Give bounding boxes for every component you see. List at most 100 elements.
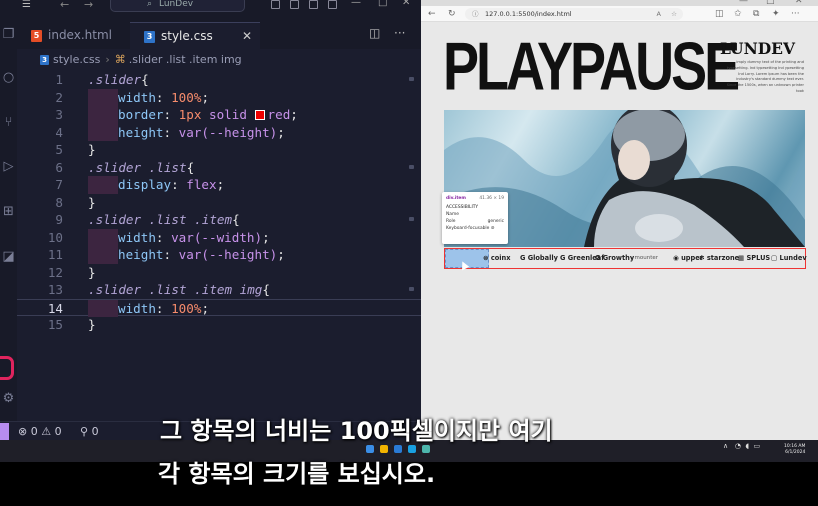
code-editor[interactable]: 1 .slider{2 width: 100%; 3 border: 1px solid… bbox=[17, 71, 421, 421]
code-line[interactable]: 5} bbox=[17, 141, 421, 159]
line-number: 1 bbox=[55, 72, 63, 87]
code-punctuation: : bbox=[163, 124, 179, 140]
edge-taskbar-icon[interactable] bbox=[408, 445, 416, 453]
code-line[interactable]: 12} bbox=[17, 264, 421, 282]
maximize-icon[interactable]: □ bbox=[378, 0, 387, 8]
css-property: display bbox=[118, 177, 172, 192]
fold-marker-icon[interactable] bbox=[409, 287, 414, 291]
code-line[interactable]: 8} bbox=[17, 194, 421, 212]
file-explorer-icon[interactable] bbox=[380, 445, 388, 453]
close-window-icon[interactable]: ✕ bbox=[402, 0, 410, 8]
system-tray[interactable]: ∧ ◔ ◖ ▭ bbox=[723, 442, 760, 450]
css-selector: .slider .list .item bbox=[88, 212, 233, 227]
problems-indicator[interactable]: ⊗ 0 ⚠ 0 bbox=[18, 422, 62, 441]
line-number: 12 bbox=[47, 264, 63, 280]
extensions-icon[interactable]: ⊞ bbox=[0, 204, 17, 219]
battery-icon[interactable]: ▭ bbox=[754, 442, 761, 450]
split-editor-icon[interactable]: ◫ bbox=[369, 26, 380, 40]
layout-sidebar-icon[interactable] bbox=[271, 0, 280, 9]
minimize-icon[interactable]: — bbox=[351, 0, 361, 8]
error-icon: ⊗ bbox=[18, 425, 28, 438]
tooltip-row-role: Role generic bbox=[446, 219, 504, 224]
css-property: height bbox=[118, 124, 164, 140]
customize-layout-icon[interactable] bbox=[328, 0, 337, 9]
source-control-icon[interactable]: ⑂ bbox=[0, 115, 17, 130]
indent-guide bbox=[88, 228, 118, 246]
tooltip-row-name: Name bbox=[446, 212, 459, 217]
run-debug-icon[interactable]: ▷ bbox=[0, 159, 17, 174]
code-line[interactable]: 7 display: flex; bbox=[17, 176, 421, 194]
code-line[interactable]: 1 .slider{ bbox=[17, 71, 421, 89]
back-arrow-icon[interactable]: ← bbox=[428, 7, 436, 21]
vscode-taskbar-icon[interactable] bbox=[394, 445, 402, 453]
reload-icon[interactable]: ↻ bbox=[448, 7, 456, 21]
logo-label: mounter bbox=[634, 255, 659, 261]
layout-panel-icon[interactable] bbox=[290, 0, 299, 9]
code-line[interactable]: 9 .slider .list .item{ bbox=[17, 211, 421, 229]
copilot-icon[interactable]: ✦ bbox=[772, 7, 780, 21]
remote-indicator[interactable] bbox=[0, 423, 9, 440]
css-property: border bbox=[118, 107, 164, 122]
code-line[interactable]: 4 height: var(--height); bbox=[17, 123, 421, 141]
volume-icon[interactable]: ◖ bbox=[745, 442, 749, 450]
url-field[interactable]: ⓘ 127.0.0.1:5500/index.html A ☆ bbox=[465, 8, 683, 20]
favorite-star-icon[interactable]: ☆ bbox=[671, 8, 677, 20]
clock-date: 6/1/2024 bbox=[785, 450, 806, 455]
code-line[interactable]: 15} bbox=[17, 316, 421, 334]
tab-index-html[interactable]: 5 index.html bbox=[31, 22, 131, 49]
line-number: 6 bbox=[55, 159, 63, 175]
settings-gear-icon[interactable]: ⚙ bbox=[0, 391, 17, 406]
fold-marker-icon[interactable] bbox=[409, 77, 414, 81]
collections-icon[interactable]: ⧉ bbox=[753, 7, 759, 21]
start-icon[interactable] bbox=[366, 445, 374, 453]
code-content: } bbox=[88, 194, 96, 212]
favorites-icon[interactable]: ✩ bbox=[734, 7, 742, 21]
code-line[interactable]: 6 .slider .list{ bbox=[17, 159, 421, 177]
app-taskbar-icon[interactable] bbox=[422, 445, 430, 453]
chevron-up-icon[interactable]: ∧ bbox=[723, 442, 728, 450]
close-tab-icon[interactable]: ✕ bbox=[242, 23, 252, 50]
code-punctuation: ; bbox=[262, 229, 270, 245]
code-line[interactable]: 3 border: 1px solid red; bbox=[17, 106, 421, 124]
css-value: 100% bbox=[171, 89, 202, 105]
logo-label: Lundev bbox=[779, 254, 807, 262]
back-arrow-icon[interactable]: ← bbox=[60, 0, 69, 11]
css-color: red bbox=[267, 107, 291, 122]
code-line[interactable]: 11 height: var(--height); bbox=[17, 246, 421, 264]
taskbar-clock[interactable]: 10:16 AM 6/1/2024 bbox=[784, 444, 805, 456]
brand-mark-icon: ◉ bbox=[673, 254, 682, 262]
code-line[interactable]: 2 width: 100%; bbox=[17, 88, 421, 106]
line-number: 14 bbox=[47, 300, 63, 316]
code-content: .slider .list .item img{ bbox=[88, 281, 270, 299]
slider-logo-item: ⊜ coinx bbox=[483, 249, 510, 268]
tooltip-row-focusable: Keyboard-focusable ⊘ bbox=[446, 226, 495, 231]
breadcrumb-file[interactable]: style.css bbox=[53, 53, 100, 66]
html-file-icon: 5 bbox=[31, 29, 42, 42]
code-line[interactable]: 13 .slider .list .item img{ bbox=[17, 281, 421, 299]
tab-style-css[interactable]: 3 style.css ✕ bbox=[130, 22, 260, 49]
explorer-icon[interactable]: ❐ bbox=[0, 27, 17, 42]
close-brace: } bbox=[88, 264, 96, 280]
more-actions-icon[interactable]: ··· bbox=[394, 26, 405, 40]
fold-marker-icon[interactable] bbox=[409, 217, 414, 221]
code-line[interactable]: 14 width: 100%; bbox=[17, 298, 421, 317]
command-center-search[interactable]: ⌕ LunDev bbox=[110, 0, 245, 12]
command-center-text: LunDev bbox=[159, 0, 194, 9]
split-screen-icon[interactable]: ◫ bbox=[715, 7, 724, 21]
ports-indicator[interactable]: ⚲ 0 bbox=[80, 422, 99, 441]
breadcrumb-selector[interactable]: .slider .list .item img bbox=[129, 53, 242, 66]
live-share-icon[interactable] bbox=[0, 356, 14, 380]
code-line[interactable]: 10 width: var(--width); bbox=[17, 228, 421, 246]
fold-marker-icon[interactable] bbox=[409, 164, 414, 169]
search-view-icon[interactable]: ○ bbox=[0, 70, 17, 85]
remote-explorer-icon[interactable]: ◪ bbox=[0, 249, 17, 264]
wifi-icon[interactable]: ◔ bbox=[735, 442, 741, 450]
indent-guide bbox=[88, 106, 118, 124]
color-swatch-icon[interactable] bbox=[254, 110, 265, 120]
line-number: 15 bbox=[47, 317, 63, 332]
settings-menu-icon[interactable]: ··· bbox=[791, 7, 800, 21]
menu-icon[interactable]: ☰ bbox=[22, 0, 31, 10]
forward-arrow-icon[interactable]: → bbox=[84, 0, 93, 11]
read-aloud-icon[interactable]: A bbox=[657, 8, 661, 20]
layout-secondary-icon[interactable] bbox=[309, 0, 318, 9]
